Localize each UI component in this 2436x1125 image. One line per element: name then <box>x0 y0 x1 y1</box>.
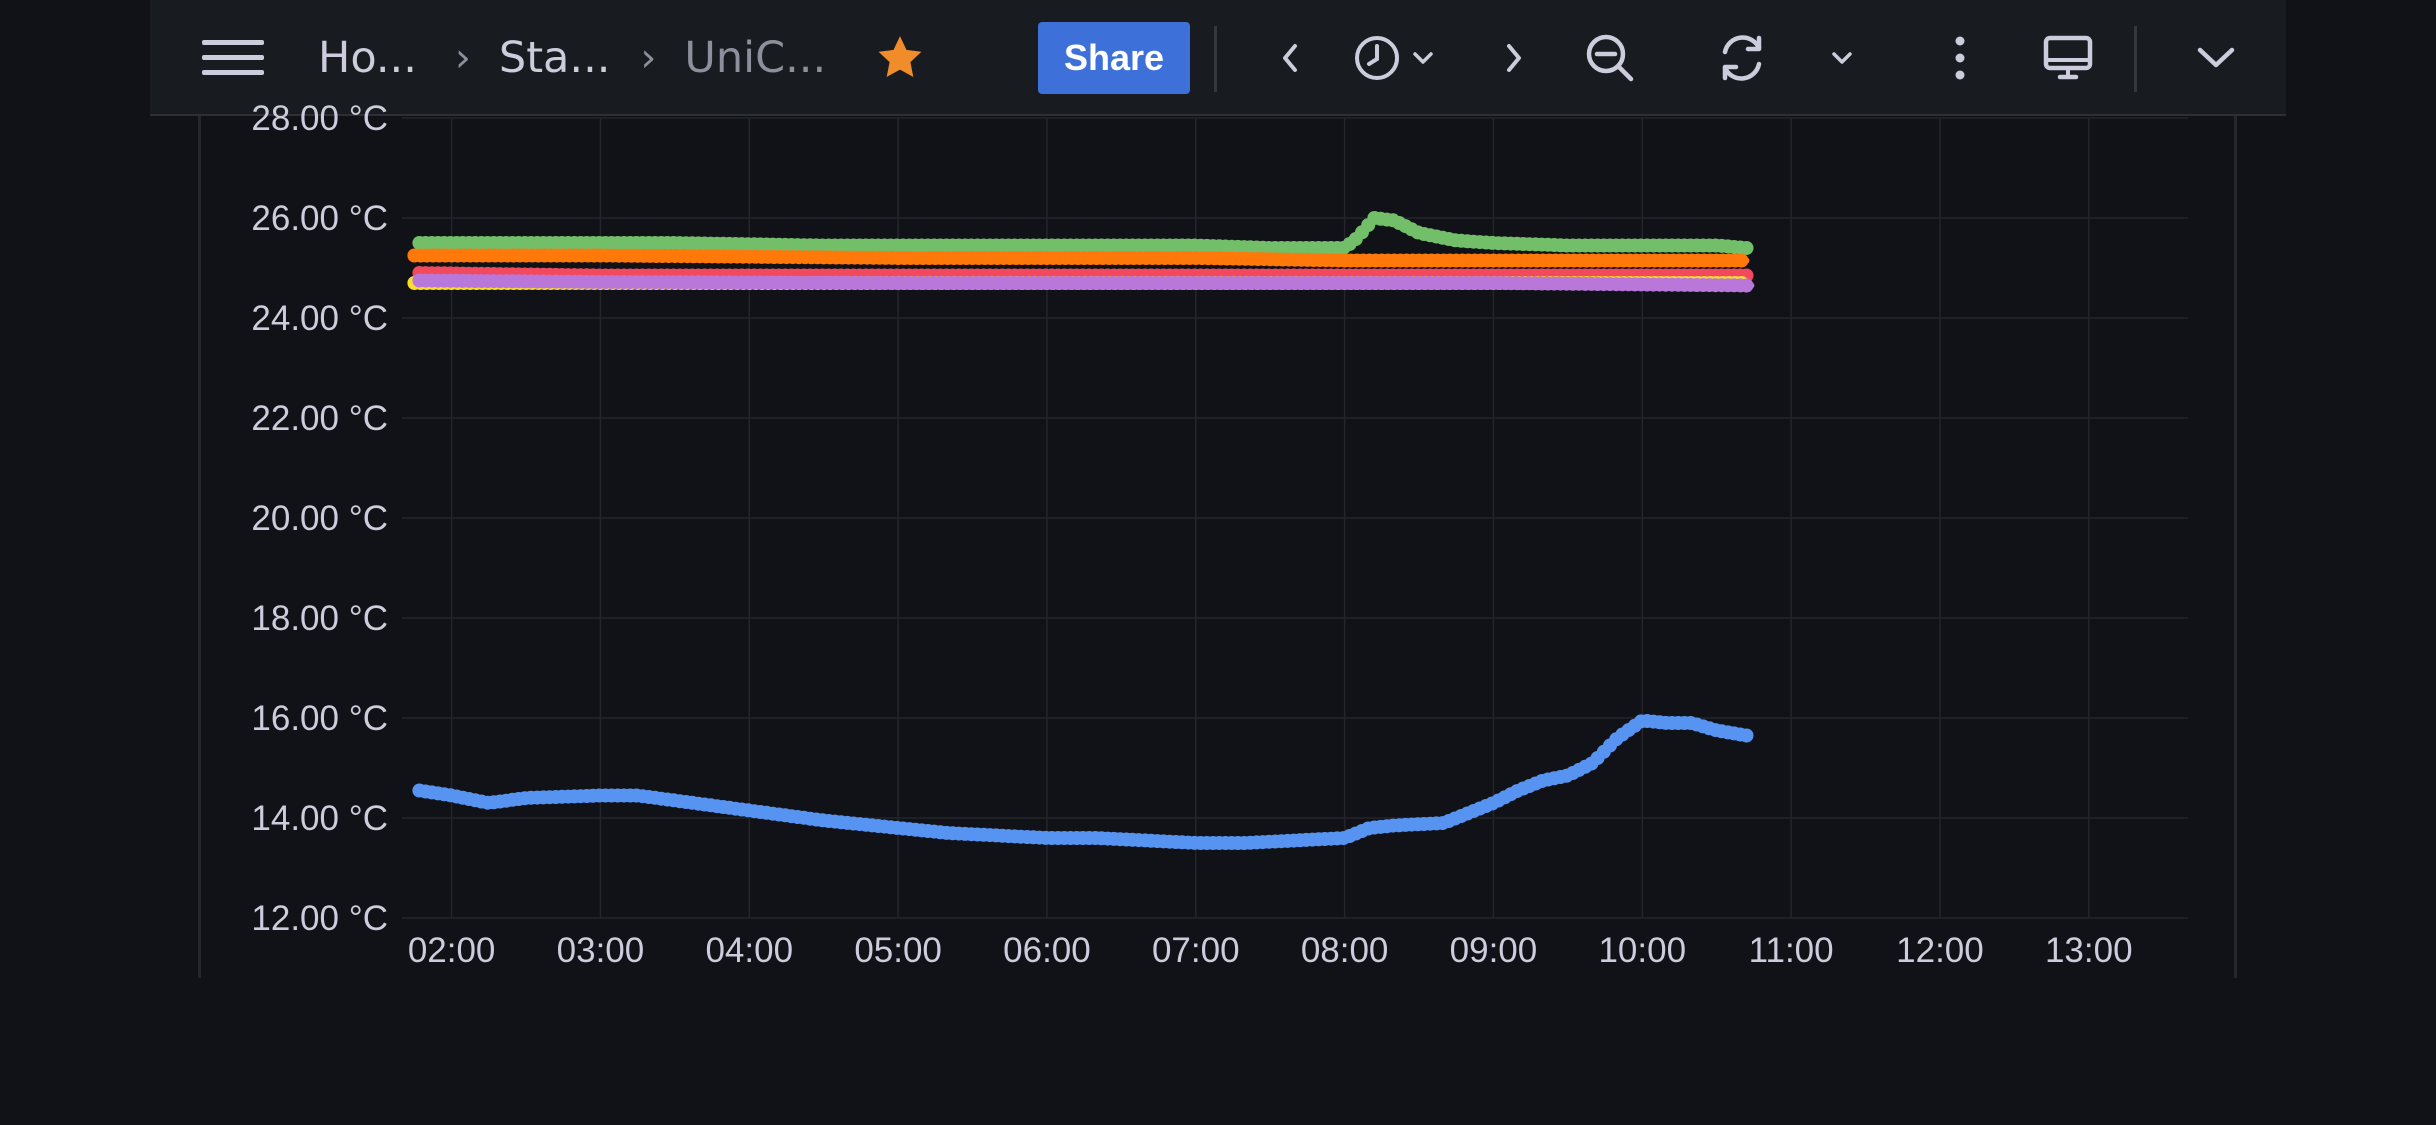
y-tick-label: 12.00 °C <box>251 899 388 938</box>
x-tick-label: 07:00 <box>1152 931 1240 970</box>
y-tick-label: 14.00 °C <box>251 799 388 838</box>
x-tick-label: 06:00 <box>1003 931 1091 970</box>
y-tick-label: 16.00 °C <box>251 699 388 738</box>
x-tick-label: 11:00 <box>1749 931 1834 970</box>
x-tick-label: 12:00 <box>1896 931 1984 970</box>
data-point <box>1739 728 1754 743</box>
series-points-5 <box>412 714 1754 850</box>
x-tick-label: 04:00 <box>705 931 793 970</box>
data-point <box>1739 241 1754 255</box>
data-point <box>1734 253 1749 268</box>
y-tick-label: 22.00 °C <box>251 399 388 438</box>
x-tick-label: 10:00 <box>1598 931 1686 970</box>
x-tick-label: 09:00 <box>1450 931 1538 970</box>
y-tick-label: 28.00 °C <box>251 99 388 138</box>
y-tick-label: 18.00 °C <box>251 599 388 638</box>
temperature-time-series-chart: 28.00 °C 26.00 °C 24.00 °C 22.00 °C 20.00 °C… <box>251 99 2188 970</box>
data-point <box>1739 278 1754 293</box>
x-tick-label: 02:00 <box>408 931 496 970</box>
x-tick-label: 03:00 <box>557 931 645 970</box>
x-tick-label: 08:00 <box>1301 931 1389 970</box>
x-tick-label: 13:00 <box>2045 931 2133 970</box>
y-tick-label: 24.00 °C <box>251 299 388 338</box>
x-tick-label: 05:00 <box>854 931 942 970</box>
y-tick-label: 20.00 °C <box>251 499 388 538</box>
y-tick-label: 26.00 °C <box>251 199 388 238</box>
